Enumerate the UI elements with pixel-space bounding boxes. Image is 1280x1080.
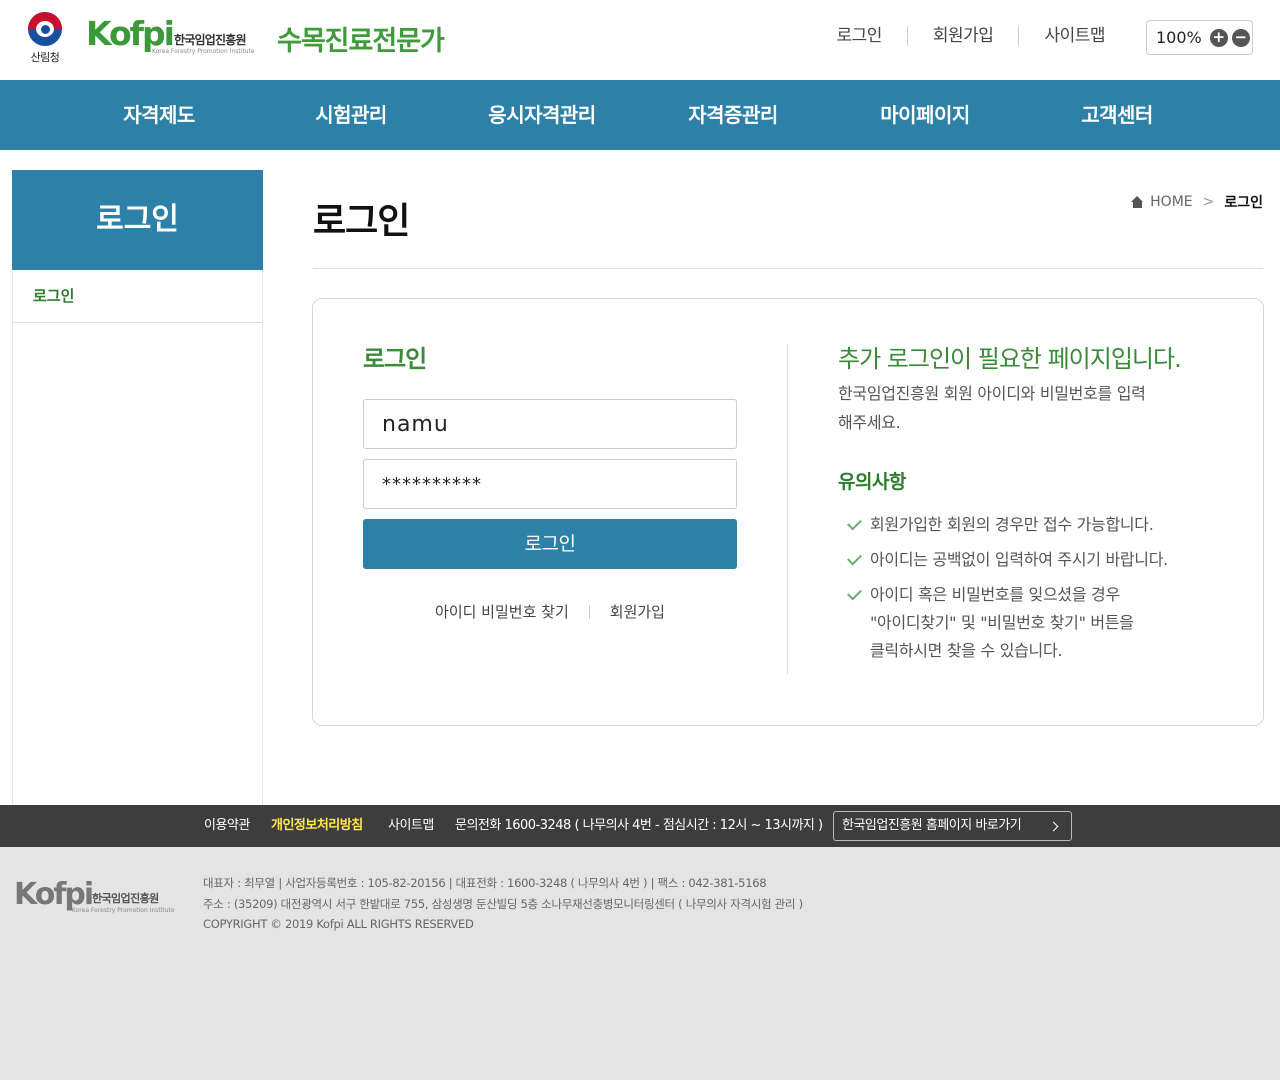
- kofpi-logo-korean: 한국임업진흥원: [174, 33, 246, 47]
- kofpi-logo[interactable]: Kofpi 한국임업진흥원 Korea Forestry Promotion I…: [86, 16, 256, 60]
- join-link[interactable]: 회원가입: [610, 601, 665, 622]
- footer-terms-link[interactable]: 이용약관: [204, 805, 250, 847]
- gov-label: 산림청: [30, 51, 60, 64]
- nav-mypage[interactable]: 마이페이지: [830, 80, 1020, 150]
- home-icon: [1131, 196, 1144, 208]
- footer-copyright: COPYRIGHT © 2019 Kofpi ALL RIGHTS RESERV…: [203, 917, 474, 931]
- footer-info-line: 대표자 : 최무열 | 사업자등록번호 : 105-82-20156 | 대표전…: [203, 876, 767, 890]
- chevron-right-icon: [1048, 821, 1059, 832]
- util-login-link[interactable]: 로그인: [811, 26, 906, 46]
- notice-heading: 유의사항: [838, 471, 906, 493]
- korea-forest-service-logo[interactable]: 산림청: [26, 12, 64, 64]
- side-nav-title: 로그인: [12, 170, 263, 270]
- breadcrumb-current: 로그인: [1224, 195, 1263, 211]
- notice-list: 회원가입한 회원의 경우만 접수 가능합니다. 아이디는 공백없이 입력하여 주…: [846, 511, 1226, 672]
- footer-sitemap-link[interactable]: 사이트맵: [388, 805, 434, 847]
- login-panel: 로그인 namu ********** 로그인 아이디 비밀번호 찾기 회원가입…: [312, 298, 1264, 726]
- password-input[interactable]: **********: [363, 459, 737, 509]
- find-id-password-link[interactable]: 아이디 비밀번호 찾기: [435, 601, 569, 622]
- side-nav: 로그인 로그인: [12, 170, 263, 805]
- login-heading: 로그인: [363, 345, 427, 373]
- kofpi-logo-word: Kofpi: [86, 14, 175, 53]
- title-divider: [313, 268, 1263, 269]
- util-sitemap-link[interactable]: 사이트맵: [1018, 26, 1130, 46]
- login-sub-links: 아이디 비밀번호 찾기 회원가입: [363, 601, 737, 622]
- nav-customer-center[interactable]: 고객센터: [1022, 80, 1212, 150]
- check-icon: [847, 585, 862, 601]
- kofpi-logo-english: Korea Forestry Promotion Institute: [152, 48, 255, 55]
- footer-kofpi-logo: Kofpi 한국임업진흥원 Korea Forestry Promotion I…: [14, 877, 175, 915]
- footer-link-bar: 이용약관 개인정보처리방침 사이트맵 문의전화 1600-3248 ( 나무의사…: [0, 805, 1280, 847]
- nav-qualification-system[interactable]: 자격제도: [64, 80, 254, 150]
- check-icon: [847, 550, 862, 566]
- notice-item: 아이디 혹은 비밀번호를 잊으셨을 경우 "아이디찾기" 및 "비밀번호 찾기"…: [846, 581, 1146, 665]
- user-id-input[interactable]: namu: [363, 399, 737, 449]
- breadcrumb-home[interactable]: HOME: [1150, 194, 1192, 210]
- info-heading: 추가 로그인이 필요한 페이지입니다.: [838, 345, 1182, 373]
- main-nav: 자격제도 시험관리 응시자격관리 자격증관리 마이페이지 고객센터: [0, 80, 1280, 150]
- footer-company-info: 대표자 : 최무열 | 사업자등록번호 : 105-82-20156 | 대표전…: [203, 873, 803, 935]
- zoom-out-icon[interactable]: −: [1231, 28, 1250, 47]
- zoom-in-icon[interactable]: +: [1209, 28, 1228, 47]
- util-join-link[interactable]: 회원가입: [906, 26, 1019, 46]
- zoom-control: 100% + −: [1146, 20, 1253, 55]
- taegeuk-emblem-icon: [28, 12, 62, 46]
- notice-item: 회원가입한 회원의 경우만 접수 가능합니다.: [846, 511, 1226, 539]
- login-button[interactable]: 로그인: [363, 519, 737, 569]
- panel-divider: [787, 344, 788, 674]
- footer-info-line: 주소 : (35209) 대전광역시 서구 한밭대로 755, 삼성생명 둔산빌…: [203, 896, 803, 911]
- zoom-level: 100%: [1156, 28, 1202, 47]
- footer-privacy-link[interactable]: 개인정보처리방침: [271, 805, 363, 847]
- chevron-right-icon: >: [1202, 194, 1215, 210]
- utility-nav: 로그인 회원가입 사이트맵: [811, 26, 1130, 46]
- notice-item: 아이디는 공백없이 입력하여 주시기 바랍니다.: [846, 546, 1226, 574]
- breadcrumb: HOME > 로그인: [1131, 192, 1263, 212]
- site-title[interactable]: 수목진료전문가: [277, 19, 445, 58]
- nav-certificate-management[interactable]: 자격증관리: [638, 80, 828, 150]
- side-nav-item-login[interactable]: 로그인: [13, 270, 262, 323]
- info-description: 한국임업진흥원 회원 아이디와 비밀번호를 입력해주세요.: [838, 384, 1146, 432]
- footer-info: Kofpi 한국임업진흥원 Korea Forestry Promotion I…: [0, 847, 1280, 1080]
- nav-eligibility-management[interactable]: 응시자격관리: [447, 80, 637, 150]
- nav-exam-management[interactable]: 시험관리: [256, 80, 446, 150]
- footer-phone-info: 문의전화 1600-3248 ( 나무의사 4번 - 점심시간 : 12시 ~ …: [455, 818, 823, 833]
- kofpi-homepage-link[interactable]: 한국임업진흥원 홈페이지 바로가기: [833, 811, 1072, 841]
- page-title: 로그인: [313, 201, 410, 242]
- site-header: 산림청 Kofpi 한국임업진흥원 Korea Forestry Promoti…: [0, 0, 1280, 80]
- check-icon: [847, 515, 862, 531]
